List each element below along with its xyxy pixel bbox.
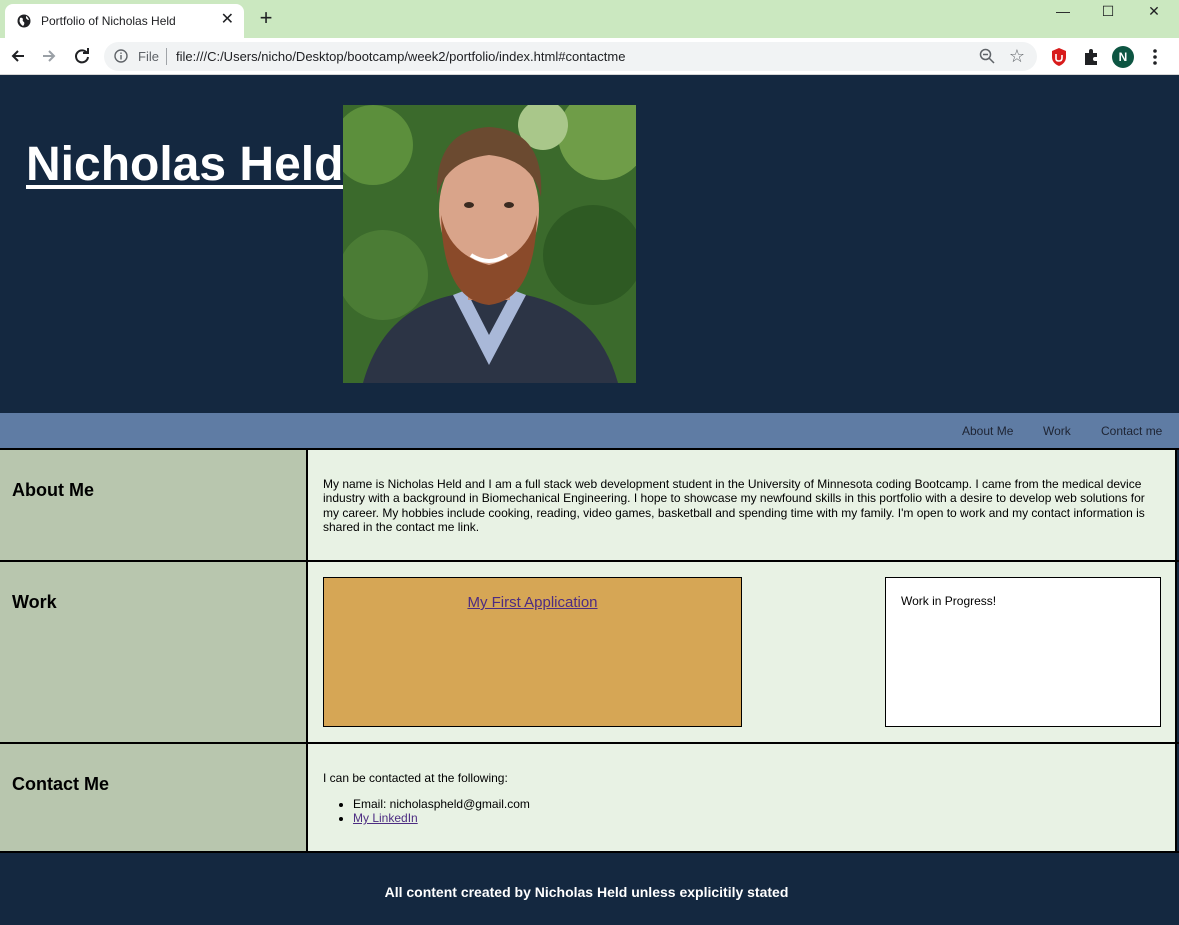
contact-intro: I can be contacted at the following: bbox=[323, 771, 508, 785]
contact-heading: Contact Me bbox=[12, 774, 110, 794]
tab-strip: Portfolio of Nicholas Held ✕ + — ☐ ✕ bbox=[0, 0, 1179, 38]
wip-text: Work in Progress! bbox=[901, 594, 997, 608]
info-icon[interactable] bbox=[114, 49, 128, 63]
site-title[interactable]: Nicholas Held bbox=[26, 137, 343, 192]
kebab-menu-icon[interactable] bbox=[1147, 46, 1163, 68]
back-arrow-icon[interactable] bbox=[7, 45, 29, 67]
contact-list: Email: nicholaspheld@gmail.com My Linked… bbox=[353, 797, 530, 825]
forward-arrow-icon[interactable] bbox=[38, 45, 60, 67]
browser-tab[interactable]: Portfolio of Nicholas Held ✕ bbox=[5, 4, 244, 38]
work-sidebar: Work bbox=[0, 562, 308, 742]
nav-link-work[interactable]: Work bbox=[1043, 424, 1071, 438]
contact-content: I can be contacted at the following: Ema… bbox=[308, 744, 1177, 851]
contact-email: Email: nicholaspheld@gmail.com bbox=[353, 797, 530, 811]
url-text[interactable]: file:///C:/Users/nicho/Desktop/bootcamp/… bbox=[176, 49, 625, 64]
scheme-label: File bbox=[138, 49, 159, 64]
new-tab-button[interactable]: + bbox=[255, 7, 277, 31]
linkedin-link[interactable]: My LinkedIn bbox=[353, 811, 418, 825]
project-card[interactable]: My First Application bbox=[323, 577, 742, 727]
contact-sidebar: Contact Me bbox=[0, 744, 308, 851]
project-link[interactable]: My First Application bbox=[324, 594, 741, 611]
reload-icon[interactable] bbox=[71, 45, 93, 67]
work-content: My First Application Work in Progress! bbox=[308, 562, 1177, 742]
contact-linkedin-item: My LinkedIn bbox=[353, 811, 530, 825]
work-heading: Work bbox=[12, 592, 57, 612]
zoom-out-icon[interactable] bbox=[979, 48, 995, 64]
wip-card: Work in Progress! bbox=[885, 577, 1161, 727]
minimize-button[interactable]: — bbox=[1040, 0, 1086, 24]
work-section: Work My First Application Work in Progre… bbox=[0, 560, 1179, 742]
about-heading: About Me bbox=[12, 480, 94, 500]
puzzle-icon[interactable] bbox=[1080, 46, 1102, 68]
browser-toolbar: File file:///C:/Users/nicho/Desktop/boot… bbox=[0, 38, 1179, 75]
about-text: My name is Nicholas Held and I am a full… bbox=[323, 477, 1145, 534]
globe-icon bbox=[17, 14, 31, 28]
page: Nicholas Held About Me Work Contact me A… bbox=[0, 75, 1179, 925]
address-bar[interactable]: File file:///C:/Users/nicho/Desktop/boot… bbox=[104, 42, 1037, 71]
about-section: About Me My name is Nicholas Held and I … bbox=[0, 448, 1179, 560]
star-icon[interactable]: ☆ bbox=[1009, 46, 1025, 66]
maximize-button[interactable]: ☐ bbox=[1085, 0, 1131, 24]
close-window-button[interactable]: ✕ bbox=[1131, 0, 1177, 24]
nav-link-about-me[interactable]: About Me bbox=[962, 424, 1013, 438]
omnibox-divider bbox=[166, 48, 167, 65]
extension-icon[interactable] bbox=[1048, 46, 1070, 68]
nav-link-contact[interactable]: Contact me bbox=[1101, 424, 1162, 438]
about-content: My name is Nicholas Held and I am a full… bbox=[308, 450, 1177, 560]
tab-close-icon[interactable]: ✕ bbox=[221, 11, 234, 29]
footer-text: All content created by Nicholas Held unl… bbox=[384, 884, 789, 900]
about-sidebar: About Me bbox=[0, 450, 308, 560]
profile-photo bbox=[343, 105, 636, 383]
footer: All content created by Nicholas Held unl… bbox=[0, 851, 1179, 925]
profile-avatar[interactable]: N bbox=[1112, 46, 1134, 68]
nav-bar: About Me Work Contact me bbox=[0, 413, 1179, 448]
contact-section: Contact Me I can be contacted at the fol… bbox=[0, 742, 1179, 851]
tab-title: Portfolio of Nicholas Held bbox=[41, 14, 176, 28]
portrait-image bbox=[343, 105, 636, 383]
